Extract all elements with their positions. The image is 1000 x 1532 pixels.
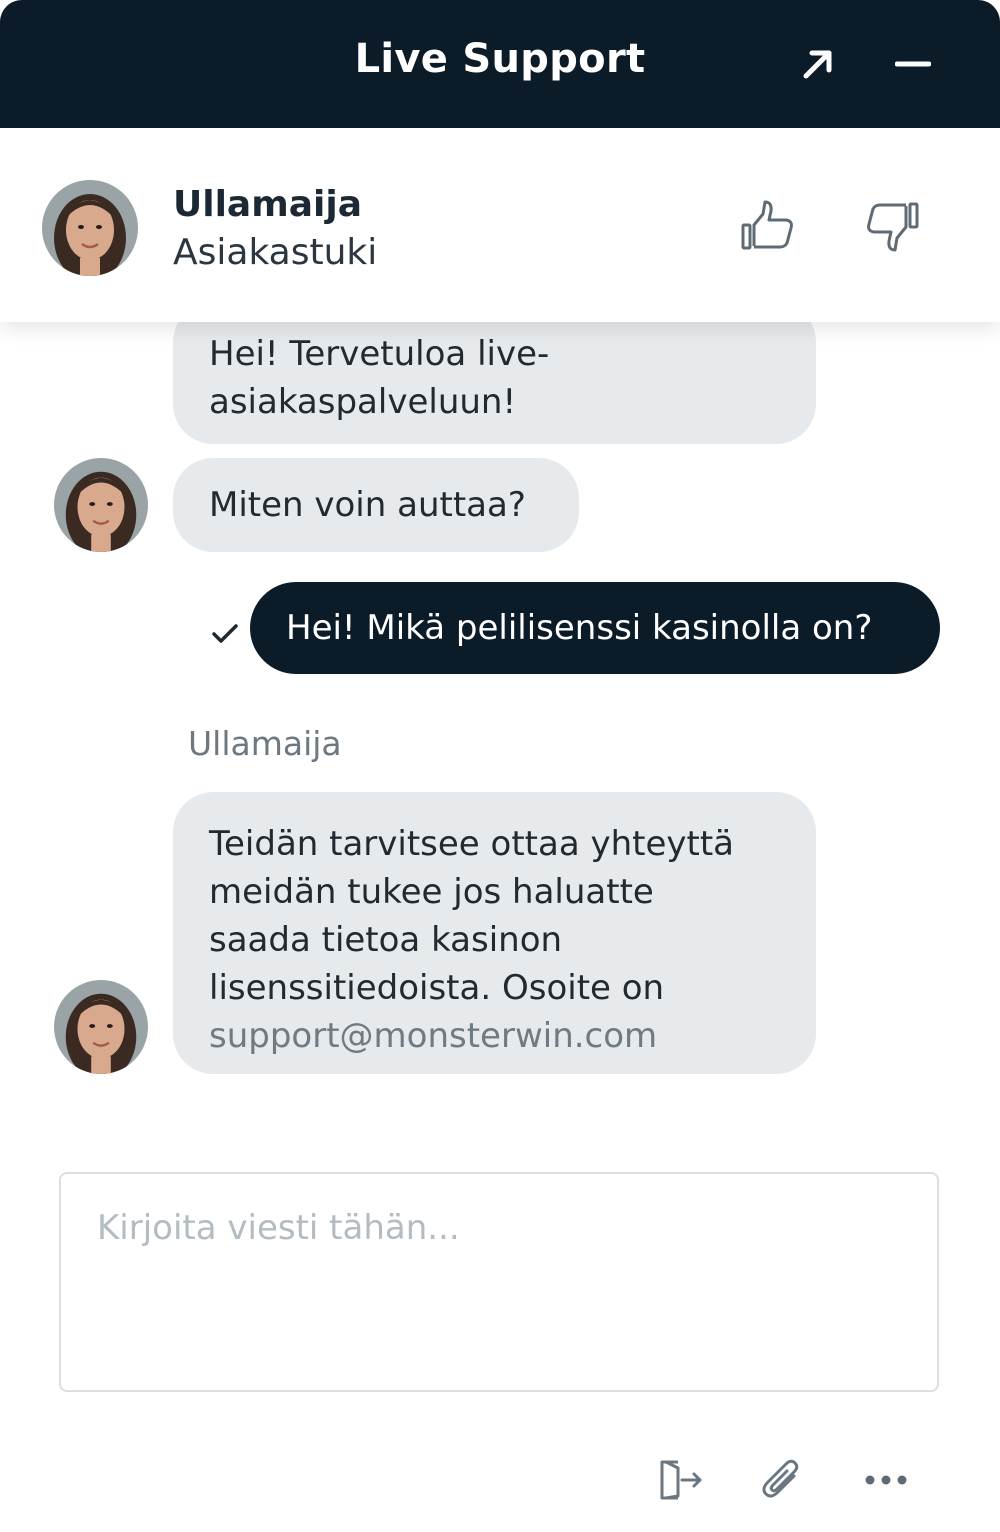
- arrow-up-right-icon[interactable]: [790, 36, 846, 92]
- message-line: Hei! Mikä pelilisenssi kasinolla on?: [286, 608, 873, 648]
- message-line: asiakaspalveluun!: [209, 382, 517, 422]
- minimize-icon[interactable]: [885, 36, 941, 92]
- sender-label: Ullamaija: [188, 724, 342, 763]
- user-message: Hei! Mikä pelilisenssi kasinolla on?: [250, 582, 940, 674]
- chat-title: Live Support: [354, 36, 646, 82]
- thumbs-up-icon[interactable]: [736, 194, 800, 258]
- agent-header: Ullamaija Asiakastuki: [0, 128, 1000, 322]
- agent-avatar: [42, 180, 138, 276]
- exit-icon[interactable]: [650, 1450, 710, 1510]
- message-line: lisenssitiedoista. Osoite on: [209, 968, 665, 1008]
- message-list[interactable]: Hei! Tervetuloa live- asiakaspalveluun! …: [0, 322, 1000, 1142]
- checkmark-icon: [210, 618, 240, 648]
- agent-message: Teidän tarvitsee ottaa yhteyttä meidän t…: [173, 792, 816, 1074]
- thumbs-down-icon[interactable]: [860, 194, 924, 258]
- message-input[interactable]: [97, 1208, 901, 1356]
- agent-message: Miten voin auttaa?: [173, 458, 579, 552]
- message-line: Hei! Tervetuloa live-: [209, 334, 550, 374]
- chat-widget: Live Support Ullamaija Asiakastuki Hei! …: [0, 0, 1000, 1532]
- chat-header-bar: Live Support: [0, 0, 1000, 128]
- message-line: Teidän tarvitsee ottaa yhteyttä: [209, 824, 735, 864]
- message-line: Miten voin auttaa?: [209, 485, 526, 525]
- message-composer: [59, 1172, 939, 1392]
- message-line: meidän tukee jos haluatte: [209, 872, 654, 912]
- agent-role: Asiakastuki: [173, 232, 378, 273]
- agent-message: Hei! Tervetuloa live- asiakaspalveluun!: [173, 322, 816, 444]
- agent-avatar: [54, 458, 148, 552]
- agent-name: Ullamaija: [173, 184, 362, 225]
- support-email-link[interactable]: support@monsterwin.com: [209, 1012, 780, 1060]
- more-dots-icon[interactable]: [856, 1450, 916, 1510]
- agent-avatar: [54, 980, 148, 1074]
- message-line: saada tietoa kasinon: [209, 920, 563, 960]
- paperclip-icon[interactable]: [752, 1450, 812, 1510]
